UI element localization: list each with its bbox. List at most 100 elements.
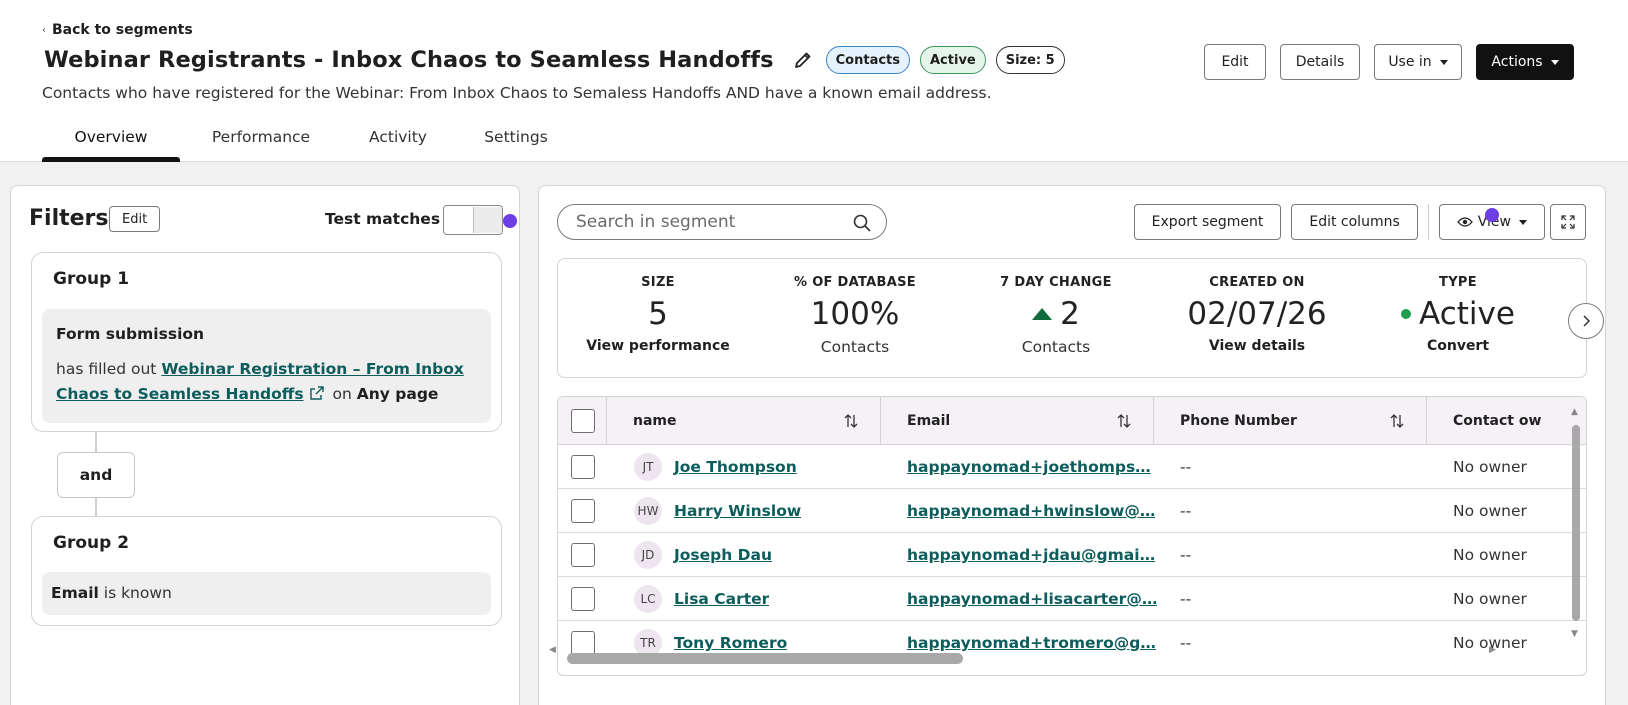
owner-cell: No owner [1453, 533, 1527, 577]
owner-value: No owner [1453, 546, 1527, 564]
row-checkbox-cell [571, 489, 595, 533]
row-checkbox[interactable] [571, 631, 595, 655]
row-checkbox[interactable] [571, 543, 595, 567]
contact-email-link[interactable]: happaynomad+hwinslow@… [907, 502, 1155, 520]
actions-button[interactable]: Actions [1476, 44, 1574, 80]
scroll-right-icon[interactable]: ▶ [1489, 645, 1496, 655]
row-checkbox-cell [571, 577, 595, 621]
row-checkbox[interactable] [571, 499, 595, 523]
tab-bar: Overview Performance Activity Settings [42, 112, 578, 162]
filter-property: Email [51, 584, 99, 602]
sort-icon[interactable] [1390, 413, 1404, 429]
view-performance-link[interactable]: View performance [558, 338, 758, 354]
contact-email-link[interactable]: happaynomad+joethomps… [907, 458, 1151, 476]
filters-edit-button[interactable]: Edit [109, 206, 161, 232]
group-title: Group 1 [53, 269, 130, 289]
stat-label: CREATED ON [1209, 275, 1305, 290]
external-link-icon[interactable] [309, 386, 324, 400]
column-header-phone[interactable]: Phone Number [1154, 397, 1427, 445]
and-operator: and [57, 452, 135, 498]
row-checkbox-cell [571, 445, 595, 489]
segment-content-panel: Search in segment Export segment Edit co… [538, 185, 1606, 705]
name-cell: LC Lisa Carter [634, 577, 769, 621]
filter-group-1: Group 1 Form submission has filled out W… [31, 252, 502, 432]
vertical-scrollbar[interactable]: ▲ ▼ [1570, 407, 1580, 665]
phone-value: -- [1180, 458, 1192, 476]
stat-value: 100% [810, 296, 900, 332]
scroll-left-icon[interactable]: ◀ [549, 645, 556, 655]
filters-panel: Filters Edit Test matches Group 1 Form s… [10, 185, 520, 705]
edit-columns-button[interactable]: Edit columns [1291, 204, 1418, 240]
column-header-contact-owner[interactable]: Contact ow [1427, 397, 1586, 445]
avatar: LC [634, 585, 662, 613]
contact-email-link[interactable]: happaynomad+lisacarter@… [907, 590, 1157, 608]
scroll-up-icon[interactable]: ▲ [1571, 407, 1578, 417]
phone-value: -- [1180, 634, 1192, 652]
expand-button[interactable] [1550, 204, 1586, 240]
email-cell: happaynomad+joethomps… [907, 445, 1151, 489]
table-header: name Email Phone Number Contact ow [558, 397, 1586, 445]
back-to-segments-link[interactable]: ‹ Back to segments [42, 22, 193, 38]
tab-settings[interactable]: Settings [454, 112, 578, 162]
owner-cell: No owner [1453, 445, 1527, 489]
edit-button[interactable]: Edit [1204, 44, 1266, 80]
contact-name-link[interactable]: Joseph Dau [674, 546, 772, 564]
test-matches-toggle[interactable] [443, 205, 503, 235]
search-placeholder: Search in segment [576, 212, 736, 232]
row-checkbox[interactable] [571, 587, 595, 611]
filter-description: has filled out Webinar Registration – Fr… [56, 357, 477, 407]
eye-icon [1456, 217, 1473, 227]
table-row: LC Lisa Carter happaynomad+lisacarter@… -… [558, 577, 1586, 621]
stat-value: 5 [648, 296, 668, 332]
tab-performance[interactable]: Performance [180, 112, 342, 162]
select-all-cell [558, 397, 607, 445]
sort-icon[interactable] [1117, 413, 1131, 429]
use-in-button[interactable]: Use in [1374, 44, 1462, 80]
segment-description: Contacts who have registered for the Web… [42, 84, 992, 102]
toolbar-buttons: Export segment Edit columns View [1133, 204, 1545, 240]
triangle-up-icon [1032, 308, 1053, 320]
filter-prefix: has filled out [56, 360, 157, 378]
phone-cell: -- [1180, 445, 1191, 489]
filter-card[interactable]: Email is known [42, 572, 491, 615]
edit-button-label: Edit [1221, 54, 1249, 70]
search-input[interactable]: Search in segment [557, 204, 887, 240]
chevron-left-icon: ‹ [42, 24, 46, 36]
convert-link[interactable]: Convert [1358, 338, 1558, 354]
stat-size: SIZE 5 View performance [558, 275, 758, 354]
stats-next-button[interactable] [1568, 303, 1604, 339]
name-cell: JT Joe Thompson [634, 445, 797, 489]
contact-email-link[interactable]: happaynomad+jdau@gmai… [907, 546, 1155, 564]
view-details-link[interactable]: View details [1157, 338, 1357, 354]
tab-overview[interactable]: Overview [42, 112, 180, 162]
size-badge: Size: 5 [995, 46, 1065, 74]
contact-name-link[interactable]: Harry Winslow [674, 502, 801, 520]
phone-cell: -- [1180, 577, 1191, 621]
stat-value-wrap: 2 [956, 294, 1156, 334]
email-cell: happaynomad+hwinslow@… [907, 489, 1155, 533]
contact-email-link[interactable]: happaynomad+tromero@g… [907, 634, 1156, 652]
export-segment-button[interactable]: Export segment [1133, 204, 1282, 240]
filter-card[interactable]: Form submission has filled out Webinar R… [42, 309, 491, 423]
horizontal-scroll-thumb[interactable] [567, 653, 963, 664]
back-label: Back to segments [52, 22, 193, 38]
pencil-icon[interactable] [790, 47, 816, 73]
select-all-checkbox[interactable] [571, 409, 595, 433]
column-header-email[interactable]: Email [881, 397, 1154, 445]
contact-name-link[interactable]: Tony Romero [674, 634, 787, 652]
sort-icon[interactable] [844, 413, 858, 429]
active-status-dot [1401, 309, 1412, 319]
tab-activity[interactable]: Activity [342, 112, 454, 162]
column-header-name[interactable]: name [607, 397, 881, 445]
details-button[interactable]: Details [1280, 44, 1360, 80]
title-row: Webinar Registrants - Inbox Chaos to Sea… [44, 46, 1065, 74]
row-checkbox[interactable] [571, 455, 595, 479]
scroll-down-icon[interactable]: ▼ [1571, 629, 1578, 639]
vertical-scroll-thumb[interactable] [1572, 425, 1580, 621]
stat-label: 7 DAY CHANGE [1000, 275, 1112, 290]
contact-name-link[interactable]: Lisa Carter [674, 590, 769, 608]
email-cell: happaynomad+jdau@gmai… [907, 533, 1155, 577]
contact-name-link[interactable]: Joe Thompson [674, 458, 797, 476]
name-cell: JD Joseph Dau [634, 533, 772, 577]
toggle-knob [473, 207, 502, 233]
